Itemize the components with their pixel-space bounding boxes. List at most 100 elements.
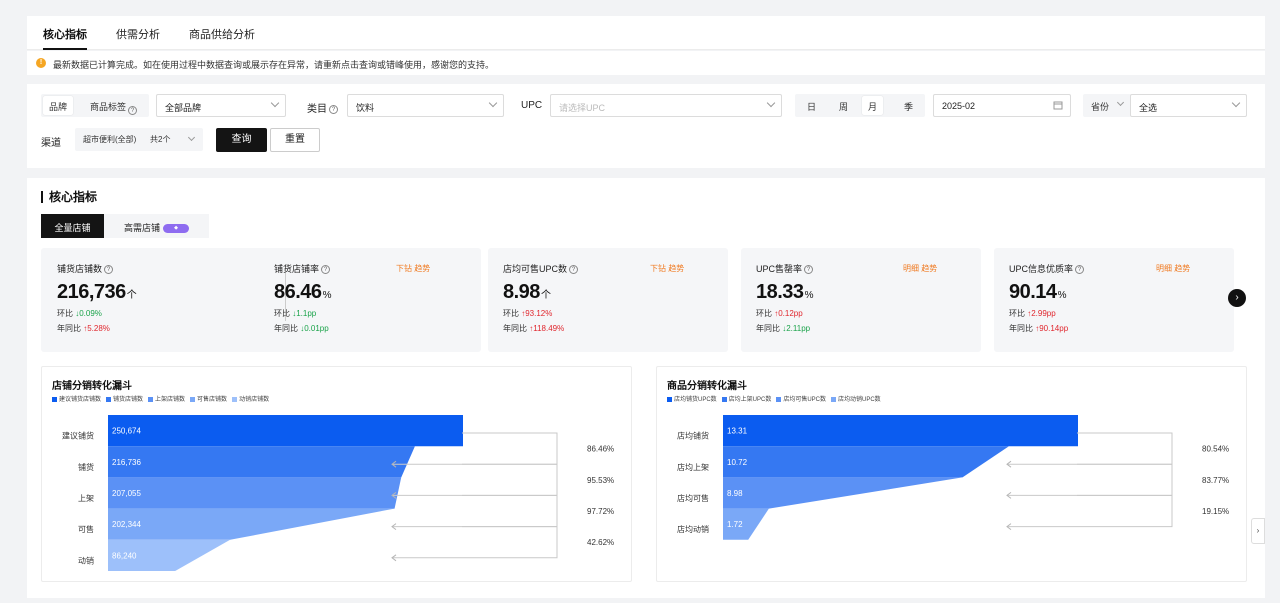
filter-panel: 品牌 商品标签? 全部品牌 类目? 饮料 UPC 请选择UPC 日 周 月 季 … — [27, 84, 1265, 168]
conversion-rate: 80.54% — [1202, 445, 1229, 454]
kpi-unit: % — [1057, 290, 1067, 301]
category-select[interactable]: 饮料 — [347, 94, 504, 117]
period-week[interactable]: 周 — [839, 100, 848, 113]
chevron-right-icon[interactable]: › — [1228, 289, 1246, 307]
funnel-stage-bar[interactable] — [108, 508, 395, 540]
chevron-down-icon — [1231, 98, 1241, 108]
tab-core-metrics[interactable]: 核心指标 — [43, 26, 87, 50]
chevron-down-icon — [488, 98, 498, 108]
kpi-yoy: 年同比 ↓0.01pp — [274, 324, 329, 333]
funnel-stage-label: 店均动销 — [677, 524, 709, 534]
conversion-bracket — [1007, 494, 1173, 528]
query-button[interactable]: 查询 — [216, 128, 267, 152]
kpi-unit: 个 — [126, 290, 137, 301]
chevron-down-icon — [1116, 98, 1125, 107]
period-day[interactable]: 日 — [807, 100, 816, 113]
help-icon: ? — [1075, 265, 1085, 275]
kpi-mom: 环比 ↓1.1pp — [274, 309, 317, 318]
period-month[interactable]: 月 — [862, 96, 884, 115]
seg-goods-tag[interactable]: 商品标签? — [90, 100, 138, 115]
kpi-name: 铺货店铺数? — [57, 262, 257, 275]
channel-label: 渠道 — [41, 138, 61, 149]
kpi-value: 86.46% — [274, 281, 332, 303]
seg-brand[interactable]: 品牌 — [43, 96, 74, 115]
funnel-stage-bar[interactable] — [108, 446, 415, 478]
kpi-mom: 环比 ↑93.12% — [503, 309, 553, 318]
kpi-unit: % — [322, 290, 332, 301]
store-tabs: 全量店铺 高需店铺 ◆ — [41, 214, 209, 238]
funnel-stage-value: 8.98 — [727, 489, 743, 498]
notice-text: 最新数据已计算完成。如在使用过程中数据查询或展示存在异常，请重新点击查询或错峰使… — [53, 60, 495, 70]
section-title: 核心指标 — [41, 191, 97, 203]
funnel-stage-label: 动销 — [78, 555, 94, 565]
tab-supply-demand[interactable]: 供需分析 — [116, 26, 160, 42]
province-label-box: 省份 — [1083, 94, 1131, 117]
brand-select[interactable]: 全部品牌 — [156, 94, 286, 117]
channel-count: 共2个 — [150, 135, 171, 144]
help-icon: ? — [104, 265, 114, 275]
funnel-stage-bar[interactable] — [108, 477, 402, 509]
kpi-drill-trend-link[interactable]: 明细 趋势 — [1156, 263, 1190, 274]
kpi-drill-trend-link[interactable]: 明细 趋势 — [903, 263, 937, 274]
conversion-rate: 19.15% — [1202, 507, 1229, 516]
conversion-rate: 97.72% — [587, 507, 614, 516]
upc-select[interactable]: 请选择UPC — [550, 94, 782, 117]
kpi-mom: 环比 ↓0.09% — [57, 309, 102, 318]
conversion-rate: 83.77% — [1202, 476, 1229, 485]
category-label: 类目? — [307, 100, 338, 115]
help-icon: ? — [128, 106, 138, 115]
kpi-drill-trend-link[interactable]: 下钻 趋势 — [396, 263, 430, 274]
province-label: 省份 — [1091, 102, 1110, 112]
funnel-stage-label: 店均可售 — [677, 493, 709, 503]
conversion-bracket — [392, 494, 558, 528]
store-funnel-chart: 250,674 建议铺货 216,736 铺货 207,055 上架 202,344 可售 86… — [62, 415, 614, 571]
kpi-block: 铺货店铺数? 216,736个环比 ↓0.09% 年同比 ↑5.28% — [57, 262, 257, 334]
kpi-value: 216,736个 — [57, 281, 137, 303]
kpi-value: 18.33% — [756, 281, 813, 303]
funnel-stage-value: 86,240 — [112, 551, 137, 560]
kpi-value: 8.98个 — [503, 281, 551, 303]
top-tabs: 核心指标 供需分析 商品供给分析 — [27, 16, 1265, 50]
funnel-stage-value: 207,055 — [112, 489, 141, 498]
funnel-stage-value: 202,344 — [112, 520, 141, 529]
kpi-drill-trend-link[interactable]: 下钻 趋势 — [650, 263, 684, 274]
tab-goods-supply[interactable]: 商品供给分析 — [189, 26, 255, 42]
funnel-stage-label: 店均铺货 — [677, 431, 709, 441]
channel-select[interactable]: 超市便利(全部) 共2个 — [75, 128, 203, 151]
funnel-stage-bar[interactable] — [723, 446, 1009, 478]
kpi-yoy: 年同比 ↑5.28% — [57, 324, 110, 333]
chevron-down-icon — [766, 98, 776, 108]
chevron-down-icon — [187, 133, 196, 142]
kpi-mom: 环比 ↑0.12pp — [756, 309, 803, 318]
core-metrics-panel: 核心指标 全量店铺 高需店铺 ◆ 铺货店铺数? 216,736个环比 ↓0.09% 年… — [27, 178, 1265, 598]
help-icon: ? — [321, 265, 331, 275]
goods-funnel-chart: 13.31 店均铺货 10.72 店均上架 8.98 店均可售 1.72 店均动销 80.54%… — [677, 415, 1229, 540]
funnel-stage-value: 13.31 — [727, 427, 748, 436]
period-quarter[interactable]: 季 — [904, 100, 913, 113]
goods-funnel-card: 商品分销转化漏斗 店均铺货UPC数 店均上架UPC数 店均可售UPC数 店均动销UPC… — [656, 366, 1247, 582]
tab-high-demand-stores[interactable]: 高需店铺 ◆ — [104, 214, 209, 238]
period-segment: 日 周 月 季 — [795, 94, 925, 117]
calendar-icon — [1053, 101, 1063, 110]
funnel-stage-value: 1.72 — [727, 520, 743, 529]
reset-button[interactable]: 重置 — [270, 128, 320, 152]
date-picker[interactable]: 2025-02 — [933, 94, 1071, 117]
page: 核心指标 供需分析 商品供给分析 ! 最新数据已计算完成。如在使用过程中数据查询… — [0, 0, 1280, 603]
funnel-stage-bar[interactable] — [723, 477, 963, 509]
tab-all-stores[interactable]: 全量店铺 — [41, 214, 104, 238]
kpi-yoy: 年同比 ↑118.49% — [503, 324, 565, 333]
kpi-name: 铺货店铺率? — [274, 262, 474, 275]
notice-bar: ! 最新数据已计算完成。如在使用过程中数据查询或展示存在异常，请重新点击查询或错… — [27, 51, 1265, 75]
funnel-stage-label: 店均上架 — [677, 462, 709, 472]
help-icon: ? — [804, 265, 814, 275]
help-icon: ? — [569, 265, 579, 275]
province-select[interactable]: 全选 — [1130, 94, 1247, 117]
kpi-block: 铺货店铺率? 86.46% 环比 ↓1.1pp 年同比 ↓0.01pp — [274, 262, 474, 334]
help-icon: ? — [329, 104, 338, 114]
conversion-rate: 95.53% — [587, 476, 614, 485]
conversion-rate: 86.46% — [587, 445, 614, 454]
funnel-stage-bar[interactable] — [723, 415, 1078, 447]
chevron-down-icon — [270, 98, 280, 108]
funnel-stage-bar[interactable] — [108, 415, 463, 447]
side-expand-button[interactable]: › — [1251, 518, 1265, 544]
